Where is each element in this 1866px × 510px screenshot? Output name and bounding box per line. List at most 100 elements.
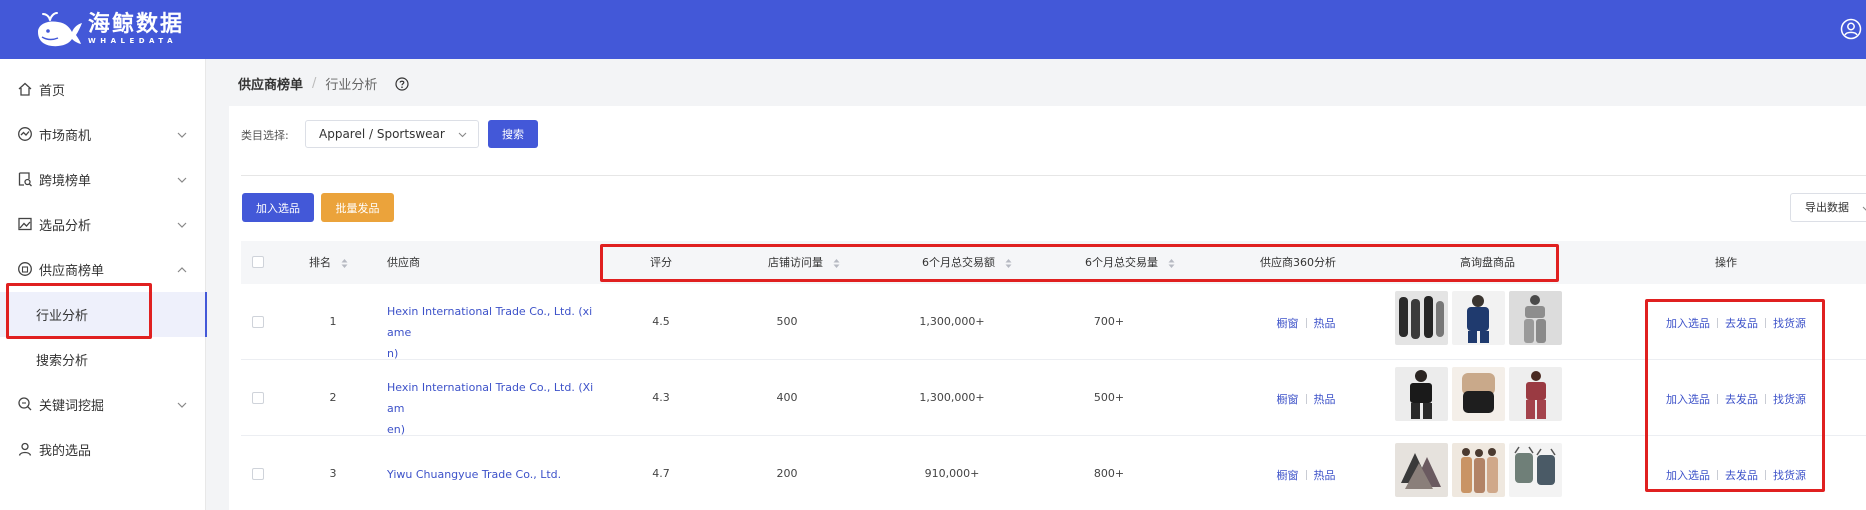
column-visits[interactable]: 店铺访问量 [768, 241, 840, 284]
supplier-link[interactable]: Hexin International Trade Co., Ltd. (xia… [387, 301, 597, 364]
row-checkbox[interactable] [252, 392, 264, 404]
logo[interactable]: 海鲸数据 WHALEDATA [34, 10, 184, 48]
column-rank[interactable]: 排名 [309, 241, 348, 284]
sidebar-item-keyword-mining[interactable]: 关键词挖掘 [0, 382, 206, 427]
batch-publish-button[interactable]: 批量发品 [321, 193, 394, 222]
product-thumbnail[interactable] [1395, 443, 1448, 497]
account-icon[interactable] [1840, 18, 1862, 40]
column-rank-label: 排名 [309, 256, 331, 269]
chevron-down-icon [177, 132, 187, 138]
category-select-value: Apparel / Sportswear [319, 127, 445, 141]
sidebar-item-home[interactable]: 首页 [0, 67, 206, 112]
image-chart-icon [18, 217, 32, 231]
hot-products-link[interactable]: 热品 [1314, 469, 1336, 482]
add-selection-link[interactable]: 加入选品 [1666, 469, 1710, 482]
top-header: 海鲸数据 WHALEDATA [0, 0, 1866, 59]
sidebar-item-label: 市场商机 [39, 129, 92, 144]
volume-cell: 700+ [1093, 315, 1125, 328]
column-amount-label: 6个月总交易额 [922, 256, 995, 269]
breadcrumb-item-current: 行业分析 [325, 78, 378, 93]
sort-icon [1005, 258, 1011, 268]
chevron-up-icon [177, 267, 187, 273]
search-doc-icon [18, 172, 32, 187]
row-checkbox[interactable] [252, 468, 264, 480]
select-all-checkbox[interactable] [252, 256, 264, 268]
visits-cell: 500 [776, 315, 798, 328]
rank-cell: 3 [329, 467, 337, 480]
add-selection-link[interactable]: 加入选品 [1666, 317, 1710, 330]
sidebar-item-label: 跨境榜单 [39, 174, 92, 189]
product-thumbnail[interactable] [1509, 291, 1562, 345]
sidebar-item-supplier-ranking[interactable]: 供应商榜单 [0, 247, 206, 292]
volume-cell: 800+ [1093, 467, 1125, 480]
chevron-down-icon [177, 222, 187, 228]
breadcrumb: 供应商榜单 / 行业分析 [238, 74, 410, 93]
window-link[interactable]: 橱窗 [1277, 469, 1299, 482]
chevron-down-icon [177, 177, 187, 183]
hot-products-link[interactable]: 热品 [1314, 317, 1336, 330]
amount-cell: 1,300,000+ [919, 391, 985, 404]
add-selection-button[interactable]: 加入选品 [242, 193, 314, 222]
home-icon [18, 82, 32, 96]
sidebar-item-my-products[interactable]: 我的选品 [0, 427, 206, 472]
product-thumbnail[interactable] [1509, 367, 1562, 421]
column-volume-label: 6个月总交易量 [1085, 256, 1158, 269]
sidebar-item-market[interactable]: 市场商机 [0, 112, 206, 157]
breadcrumb-item-supplier[interactable]: 供应商榜单 [238, 74, 303, 93]
publish-link[interactable]: 去发品 [1725, 469, 1758, 482]
breadcrumb-separator: / [312, 76, 317, 91]
product-thumbnail[interactable] [1452, 367, 1505, 421]
supplier-icon [18, 262, 32, 276]
category-select[interactable]: Apparel / Sportswear [305, 120, 479, 148]
row-checkbox[interactable] [252, 316, 264, 328]
sidebar-item-product-analysis[interactable]: 选品分析 [0, 202, 206, 247]
find-source-link[interactable]: 找货源 [1773, 469, 1806, 482]
publish-link[interactable]: 去发品 [1725, 393, 1758, 406]
table-row: 1 Hexin International Trade Co., Ltd. (x… [241, 284, 1866, 360]
sidebar: 首页 市场商机 跨境榜单 选品分析 供应商榜单 行业分析 搜索分析 关键词挖掘 … [0, 59, 207, 510]
sort-icon [833, 258, 839, 268]
analysis-links: 橱窗 热品 [1261, 391, 1351, 407]
supplier-link[interactable]: Hexin International Trade Co., Ltd. (Xia… [387, 377, 597, 440]
find-source-link[interactable]: 找货源 [1773, 317, 1806, 330]
add-selection-link[interactable]: 加入选品 [1666, 393, 1710, 406]
sidebar-item-search-analysis[interactable]: 搜索分析 [0, 337, 206, 382]
sidebar-item-label: 供应商榜单 [39, 264, 105, 279]
trend-icon [18, 127, 32, 141]
column-volume[interactable]: 6个月总交易量 [1085, 241, 1175, 284]
product-thumbnail[interactable] [1395, 291, 1448, 345]
sidebar-item-label: 行业分析 [36, 309, 89, 324]
logo-title: 海鲸数据 [88, 11, 185, 37]
whale-logo-icon [38, 12, 82, 47]
analysis-links: 橱窗 热品 [1261, 315, 1351, 331]
publish-link[interactable]: 去发品 [1725, 317, 1758, 330]
sidebar-item-label: 搜索分析 [36, 354, 89, 369]
column-analysis: 供应商360分析 [1260, 256, 1336, 269]
column-supplier: 供应商 [387, 256, 420, 269]
export-data-button[interactable]: 导出数据 [1790, 193, 1866, 222]
find-source-link[interactable]: 找货源 [1773, 393, 1806, 406]
hot-products-link[interactable]: 热品 [1314, 393, 1336, 406]
action-links: 加入选品 去发品 找货源 [1661, 391, 1811, 407]
product-thumbnail[interactable] [1395, 367, 1448, 421]
product-thumbnail[interactable] [1452, 443, 1505, 497]
window-link[interactable]: 橱窗 [1277, 317, 1299, 330]
supplier-link[interactable]: Yiwu Chuangyue Trade Co., Ltd. [387, 464, 597, 485]
sidebar-item-label: 首页 [39, 84, 66, 99]
search-button[interactable]: 搜索 [488, 120, 538, 148]
product-thumbnail[interactable] [1509, 443, 1562, 497]
table-header: 排名 供应商 评分 店铺访问量 6个月总交易额 6个月总交易量 供应商360分析… [241, 241, 1866, 284]
help-icon[interactable] [395, 76, 410, 91]
sidebar-item-industry-analysis[interactable]: 行业分析 [0, 292, 207, 337]
sidebar-item-crossborder[interactable]: 跨境榜单 [0, 157, 206, 202]
sort-icon [1168, 258, 1174, 268]
table-row: 2 Hexin International Trade Co., Ltd. (X… [241, 360, 1866, 436]
category-label: 类目选择: [241, 129, 289, 142]
column-amount[interactable]: 6个月总交易额 [922, 241, 1012, 284]
window-link[interactable]: 橱窗 [1277, 393, 1299, 406]
product-thumbnail[interactable] [1452, 291, 1505, 345]
sidebar-item-label: 关键词挖掘 [39, 399, 105, 414]
rating-cell: 4.3 [652, 391, 670, 404]
sidebar-item-label: 我的选品 [39, 444, 92, 459]
visits-cell: 200 [776, 467, 798, 480]
